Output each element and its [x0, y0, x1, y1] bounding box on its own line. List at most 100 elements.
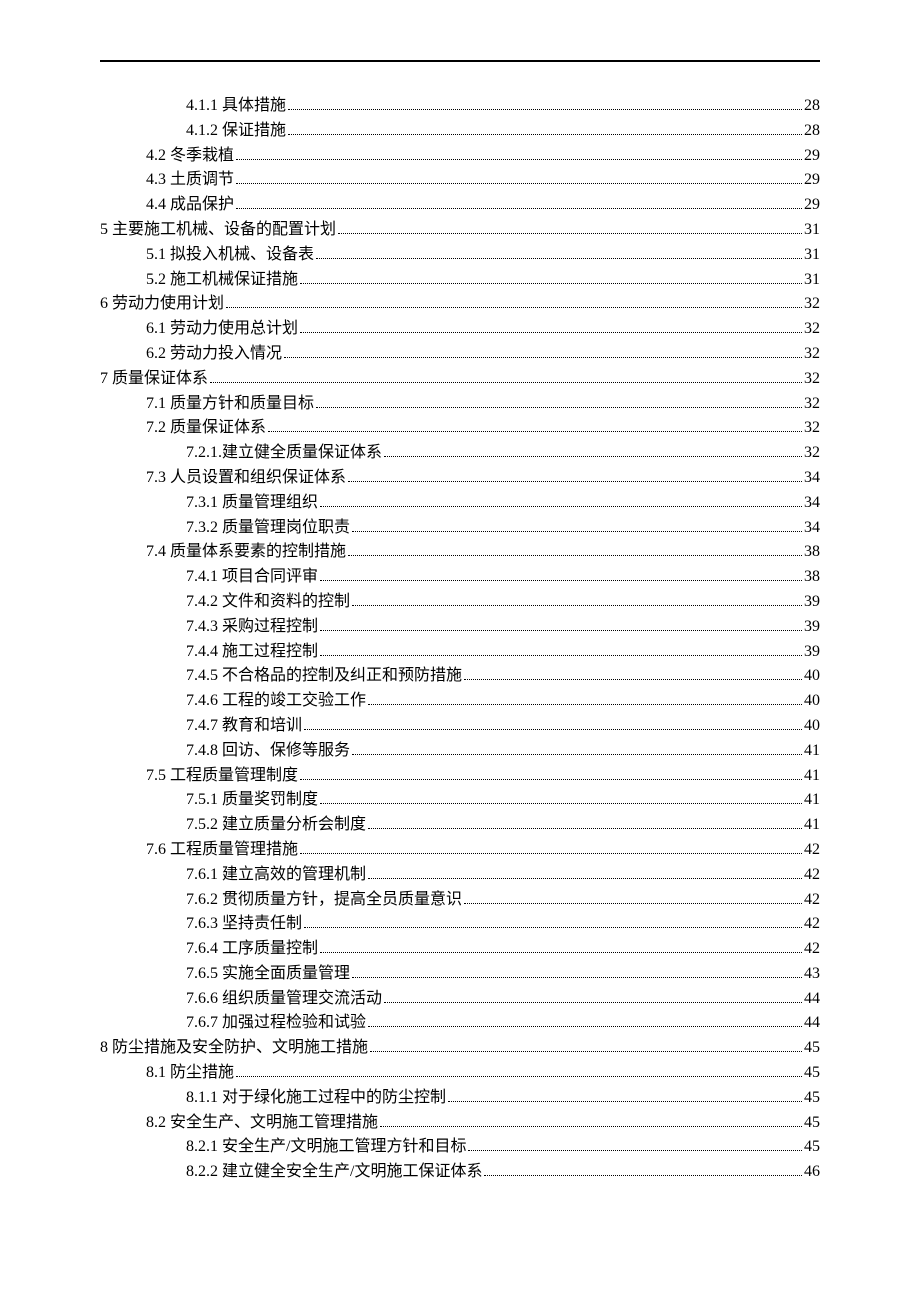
toc-entry-title: 7.6.4 工序质量控制: [186, 937, 318, 962]
toc-leader-dots: [300, 270, 802, 284]
toc-entry-page: 42: [804, 937, 820, 962]
toc-leader-dots: [288, 96, 802, 110]
toc-entry-page: 45: [804, 1086, 820, 1111]
toc-entry[interactable]: 6 劳动力使用计划 32: [100, 292, 820, 317]
toc-leader-dots: [320, 642, 802, 656]
toc-entry[interactable]: 7.6.6 组织质量管理交流活动44: [100, 987, 820, 1012]
toc-leader-dots: [268, 419, 802, 433]
document-page: 4.1.1 具体措施284.1.2 保证措施284.2 冬季栽植294.3 土质…: [0, 0, 920, 1302]
toc-entry-page: 44: [804, 1011, 820, 1036]
toc-entry[interactable]: 7.4.8 回访、保修等服务41: [100, 739, 820, 764]
table-of-contents: 4.1.1 具体措施284.1.2 保证措施284.2 冬季栽植294.3 土质…: [100, 94, 820, 1185]
toc-leader-dots: [300, 840, 802, 854]
toc-entry-page: 42: [804, 888, 820, 913]
toc-entry[interactable]: 7.6.7 加强过程检验和试验 44: [100, 1011, 820, 1036]
toc-entry-page: 41: [804, 739, 820, 764]
toc-entry[interactable]: 7.4.3 采购过程控制39: [100, 615, 820, 640]
toc-entry[interactable]: 7.4.1 项目合同评审38: [100, 565, 820, 590]
toc-entry[interactable]: 7.4 质量体系要素的控制措施38: [100, 540, 820, 565]
toc-leader-dots: [352, 592, 802, 606]
toc-entry[interactable]: 7.4.7 教育和培训40: [100, 714, 820, 739]
toc-entry-title: 7.6.5 实施全面质量管理: [186, 962, 350, 987]
toc-entry-page: 32: [804, 342, 820, 367]
toc-leader-dots: [320, 791, 802, 805]
toc-leader-dots: [316, 245, 802, 259]
toc-entry[interactable]: 7.4.2 文件和资料的控制39: [100, 590, 820, 615]
toc-leader-dots: [368, 865, 802, 879]
toc-entry[interactable]: 5 主要施工机械、设备的配置计划31: [100, 218, 820, 243]
toc-leader-dots: [304, 716, 802, 730]
toc-leader-dots: [284, 344, 802, 358]
toc-entry[interactable]: 7.3 人员设置和组织保证体系34: [100, 466, 820, 491]
toc-entry-title: 5.2 施工机械保证措施: [146, 268, 298, 293]
toc-entry[interactable]: 8.2 安全生产、文明施工管理措施45: [100, 1111, 820, 1136]
toc-entry[interactable]: 7.4.4 施工过程控制39: [100, 640, 820, 665]
toc-entry[interactable]: 7 质量保证体系32: [100, 367, 820, 392]
toc-leader-dots: [384, 443, 802, 457]
toc-entry[interactable]: 7.6.1 建立高效的管理机制42: [100, 863, 820, 888]
toc-entry-title: 5.1 拟投入机械、设备表: [146, 243, 314, 268]
toc-entry-page: 38: [804, 540, 820, 565]
toc-entry-page: 29: [804, 168, 820, 193]
toc-entry[interactable]: 4.4 成品保护29: [100, 193, 820, 218]
toc-leader-dots: [464, 890, 802, 904]
toc-entry-title: 7.6.7 加强过程检验和试验: [186, 1011, 366, 1036]
toc-entry[interactable]: 7.5 工程质量管理制度41: [100, 764, 820, 789]
toc-entry-page: 40: [804, 689, 820, 714]
toc-entry-page: 32: [804, 292, 820, 317]
toc-entry[interactable]: 8 防尘措施及安全防护、文明施工措施45: [100, 1036, 820, 1061]
toc-entry[interactable]: 7.6.2 贯彻质量方针，提高全员质量意识42: [100, 888, 820, 913]
toc-entry[interactable]: 4.1.1 具体措施28: [100, 94, 820, 119]
toc-entry[interactable]: 7.6.3 坚持责任制42: [100, 912, 820, 937]
toc-entry-title: 4.3 土质调节: [146, 168, 234, 193]
toc-leader-dots: [226, 295, 802, 309]
toc-entry[interactable]: 7.5.1 质量奖罚制度41: [100, 788, 820, 813]
toc-entry[interactable]: 8.1 防尘措施45: [100, 1061, 820, 1086]
toc-entry-page: 40: [804, 714, 820, 739]
toc-entry[interactable]: 4.2 冬季栽植29: [100, 144, 820, 169]
toc-entry[interactable]: 5.2 施工机械保证措施31: [100, 268, 820, 293]
toc-entry[interactable]: 7.1 质量方针和质量目标32: [100, 392, 820, 417]
toc-entry[interactable]: 7.5.2 建立质量分析会制度41: [100, 813, 820, 838]
toc-entry[interactable]: 5.1 拟投入机械、设备表31: [100, 243, 820, 268]
toc-entry[interactable]: 4.1.2 保证措施28: [100, 119, 820, 144]
toc-entry-page: 31: [804, 218, 820, 243]
toc-entry[interactable]: 8.1.1 对于绿化施工过程中的防尘控制45: [100, 1086, 820, 1111]
toc-entry[interactable]: 7.2 质量保证体系32: [100, 416, 820, 441]
toc-entry-page: 34: [804, 516, 820, 541]
toc-entry-title: 7.3.2 质量管理岗位职责: [186, 516, 350, 541]
toc-entry-page: 43: [804, 962, 820, 987]
toc-entry-title: 7.4.6 工程的竣工交验工作: [186, 689, 366, 714]
toc-leader-dots: [464, 667, 802, 681]
toc-leader-dots: [352, 518, 802, 532]
toc-entry[interactable]: 8.2.2 建立健全安全生产/文明施工保证体系46: [100, 1160, 820, 1185]
toc-entry-page: 46: [804, 1160, 820, 1185]
toc-entry-page: 28: [804, 94, 820, 119]
toc-entry[interactable]: 4.3 土质调节 29: [100, 168, 820, 193]
toc-entry[interactable]: 7.4.5 不合格品的控制及纠正和预防措施40: [100, 664, 820, 689]
toc-entry[interactable]: 7.3.1 质量管理组织34: [100, 491, 820, 516]
toc-entry-title: 6 劳动力使用计划: [100, 292, 224, 317]
toc-leader-dots: [210, 369, 802, 383]
toc-entry-title: 7.3 人员设置和组织保证体系: [146, 466, 346, 491]
toc-entry-page: 39: [804, 590, 820, 615]
toc-leader-dots: [236, 171, 802, 185]
toc-entry-title: 8.1 防尘措施: [146, 1061, 234, 1086]
toc-leader-dots: [288, 121, 802, 135]
toc-leader-dots: [300, 319, 802, 333]
toc-leader-dots: [352, 964, 802, 978]
toc-entry-title: 7.6.3 坚持责任制: [186, 912, 302, 937]
toc-entry-page: 45: [804, 1135, 820, 1160]
toc-entry[interactable]: 8.2.1 安全生产/文明施工管理方针和目标45: [100, 1135, 820, 1160]
toc-entry-page: 32: [804, 392, 820, 417]
toc-entry[interactable]: 7.4.6 工程的竣工交验工作 40: [100, 689, 820, 714]
toc-entry[interactable]: 7.2.1.建立健全质量保证体系32: [100, 441, 820, 466]
toc-entry[interactable]: 6.2 劳动力投入情况32: [100, 342, 820, 367]
toc-entry[interactable]: 7.3.2 质量管理岗位职责 34: [100, 516, 820, 541]
toc-entry[interactable]: 7.6.5 实施全面质量管理 43: [100, 962, 820, 987]
toc-entry[interactable]: 7.6 工程质量管理措施42: [100, 838, 820, 863]
toc-entry-title: 7.2 质量保证体系: [146, 416, 266, 441]
toc-entry[interactable]: 7.6.4 工序质量控制 42: [100, 937, 820, 962]
toc-entry[interactable]: 6.1 劳动力使用总计划32: [100, 317, 820, 342]
toc-leader-dots: [320, 567, 802, 581]
